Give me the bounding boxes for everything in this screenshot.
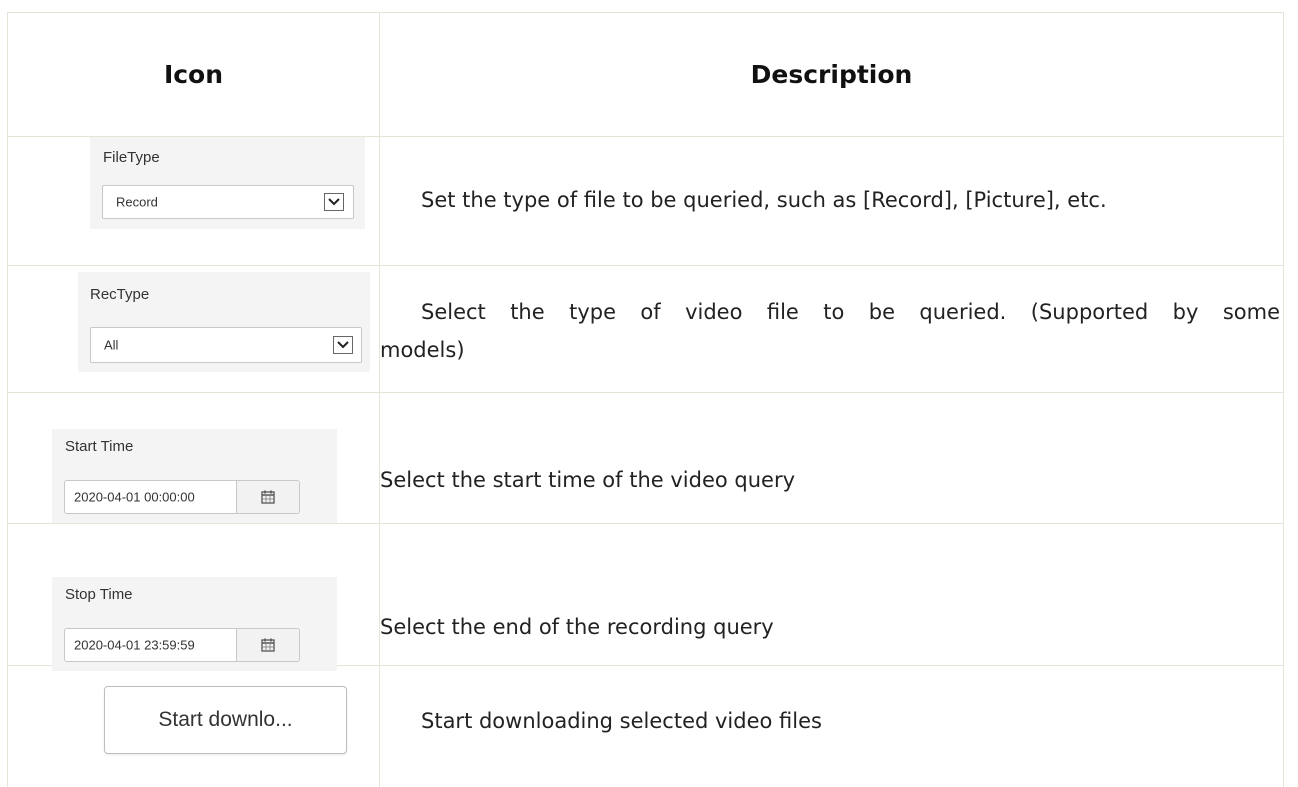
header-icon: Icon [163, 59, 224, 89]
row-5-description: Start downloading selected video files [421, 709, 822, 733]
rectype-panel: RecType All [78, 272, 370, 372]
filetype-panel: FileType Record [90, 137, 365, 229]
filetype-value: Record [116, 194, 158, 210]
stop-time-label: Stop Time [65, 586, 133, 603]
stop-time-input[interactable]: 2020-04-01 23:59:59 [64, 628, 300, 662]
start-time-label: Start Time [65, 438, 134, 455]
chevron-down-icon[interactable] [333, 336, 353, 354]
header-description: Description [750, 59, 913, 89]
rectype-value: All [104, 337, 119, 353]
calendar-icon[interactable] [236, 629, 299, 661]
stop-time-panel: Stop Time 2020-04-01 23:59:59 [52, 577, 337, 671]
row-3-description: Select the start time of the video query [380, 468, 796, 492]
row-2-description-line1: Select the type of video file to be quer… [421, 300, 1280, 324]
rectype-select[interactable]: All [90, 327, 362, 363]
row-1-description: Set the type of file to be queried, such… [421, 188, 1107, 212]
start-time-panel: Start Time 2020-04-01 00:00:00 [52, 429, 337, 523]
stop-time-value: 2020-04-01 23:59:59 [74, 637, 195, 653]
row-divider [7, 265, 1284, 266]
chevron-down-icon[interactable] [324, 193, 344, 211]
start-time-input[interactable]: 2020-04-01 00:00:00 [64, 480, 300, 514]
table-border-right [1283, 12, 1284, 787]
row-2-description: Select the type of video file to be quer… [380, 293, 1280, 369]
filetype-select[interactable]: Record [102, 185, 354, 219]
row-divider [7, 392, 1284, 393]
start-download-button[interactable]: Start downlo... [104, 686, 347, 754]
rectype-label: RecType [90, 286, 150, 303]
start-time-value: 2020-04-01 00:00:00 [74, 489, 195, 505]
row-4-description: Select the end of the recording query [380, 615, 774, 639]
calendar-icon[interactable] [236, 481, 299, 513]
row-divider [7, 523, 1284, 524]
row-2-description-line2: models) [380, 338, 465, 362]
filetype-label: FileType [103, 149, 160, 166]
